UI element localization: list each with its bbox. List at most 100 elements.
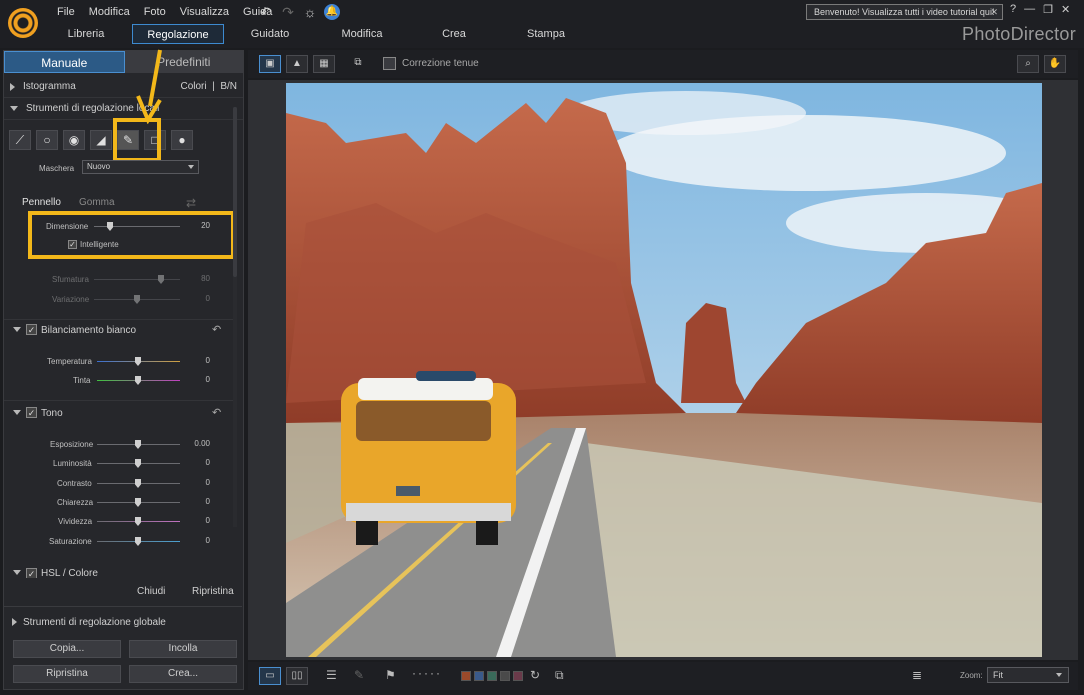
tab-crea[interactable]: Crea — [408, 24, 500, 44]
magnifier-icon[interactable]: ⌕ — [1017, 55, 1039, 73]
slider-value: 0 — [205, 375, 210, 384]
reset-icon[interactable]: ↶ — [212, 323, 221, 336]
restore-button[interactable]: Ripristina — [13, 665, 121, 683]
bottom-toolbar — [248, 662, 1078, 690]
global-tools-label[interactable]: Strumenti di regolazione globale — [23, 617, 166, 628]
local-tools-section[interactable]: Strumenti di regolazione locali — [4, 98, 243, 120]
slider-label: Vividezza — [58, 517, 93, 526]
collapse-icon — [10, 106, 18, 111]
label-blue[interactable] — [474, 671, 484, 681]
list-menu-icon[interactable]: ≣ — [912, 668, 922, 682]
tab-guidato[interactable]: Guidato — [224, 24, 316, 44]
menu-bar: File Modifica Foto Visualizza Guida — [50, 5, 279, 19]
settings-icon[interactable]: ☼ — [302, 4, 318, 20]
tone-checkbox[interactable]: ✓ — [26, 407, 37, 418]
redo-icon[interactable]: ↷ — [280, 4, 296, 20]
window-close-icon[interactable]: ✕ — [1061, 3, 1070, 16]
flag-icon[interactable]: ⚑ — [385, 668, 396, 682]
menu-file[interactable]: File — [50, 5, 82, 19]
collapse-icon[interactable] — [13, 570, 21, 575]
create-button[interactable]: Crea... — [129, 665, 237, 683]
tab-regolazione[interactable]: Regolazione — [132, 24, 224, 44]
view-photo-icon[interactable]: ▲ — [286, 55, 308, 73]
intelligente-label: Intelligente — [80, 240, 119, 249]
label-red[interactable] — [461, 671, 471, 681]
intelligente-checkbox[interactable]: ✓ — [68, 240, 77, 249]
reset-button[interactable]: Ripristina — [192, 586, 234, 597]
gradient-icon[interactable]: ◢ — [90, 130, 112, 150]
maximize-icon[interactable]: ❐ — [1043, 3, 1053, 16]
expand-icon[interactable] — [12, 618, 17, 626]
tab-modifica[interactable]: Modifica — [316, 24, 408, 44]
close-icon[interactable]: ✕ — [990, 5, 998, 19]
histogram-colors[interactable]: Colori — [180, 81, 206, 92]
paste-button[interactable]: Incolla — [129, 640, 237, 658]
view-single-icon[interactable]: ▣ — [259, 55, 281, 73]
tab-stampa[interactable]: Stampa — [500, 24, 592, 44]
mode-tabs: Libreria Regolazione Guidato Modifica Cr… — [40, 24, 592, 44]
brush-mode[interactable]: Pennello — [22, 197, 61, 208]
histogram-label: Istogramma — [23, 81, 76, 92]
menu-visualizza[interactable]: Visualizza — [173, 5, 236, 19]
split-view-icon[interactable]: ▯▯ — [286, 667, 308, 685]
copy-button[interactable]: Copia... — [13, 640, 121, 658]
single-view-icon[interactable]: ▭ — [259, 667, 281, 685]
welcome-banner[interactable]: Benvenuto! Visualizza tutti i video tuto… — [806, 4, 1003, 20]
notification-icon[interactable]: 🔔 — [324, 4, 340, 20]
collapse-icon[interactable] — [13, 327, 21, 332]
rating-dots[interactable]: ····· — [412, 666, 442, 680]
label-purple[interactable] — [513, 671, 523, 681]
mask-select[interactable]: Nuovo — [82, 160, 199, 174]
tone-title: Tono — [41, 408, 63, 419]
compare-icon[interactable]: ⧉ — [347, 55, 369, 73]
histogram-section[interactable]: Istogramma Colori | B/N — [4, 76, 243, 98]
chevron-down-icon — [1056, 673, 1062, 677]
label-green[interactable] — [487, 671, 497, 681]
feather-slider[interactable] — [94, 279, 180, 280]
undo-icon[interactable]: ↶ — [258, 4, 274, 20]
collapse-icon[interactable] — [13, 410, 21, 415]
eraser-mode[interactable]: Gomma — [79, 197, 115, 208]
slider-label: Contrasto — [57, 479, 92, 488]
menu-modifica[interactable]: Modifica — [82, 5, 137, 19]
rotate-icon[interactable]: ↻ — [530, 668, 540, 682]
view-grid-icon[interactable]: ▦ — [313, 55, 335, 73]
brush-highlight — [113, 118, 161, 162]
wb-title: Bilanciamento bianco — [41, 325, 137, 336]
correzione-checkbox[interactable] — [383, 57, 396, 70]
mask-value: Nuovo — [87, 162, 111, 171]
spot-removal-icon[interactable]: ○ — [36, 130, 58, 150]
label-gray[interactable] — [500, 671, 510, 681]
history-icon[interactable]: ☰ — [326, 668, 337, 682]
swap-icon[interactable]: ⇄ — [186, 196, 196, 210]
help-icon[interactable]: ? — [1010, 3, 1016, 16]
reset-icon[interactable]: ↶ — [212, 406, 221, 419]
radial-filter-icon[interactable]: ● — [171, 130, 193, 150]
chevron-down-icon — [188, 165, 194, 169]
zoom-select[interactable]: Fit — [987, 667, 1069, 683]
scrollbar[interactable] — [233, 107, 237, 277]
tab-manuale[interactable]: Manuale — [4, 51, 125, 73]
crop-view-icon[interactable]: ⧉ — [555, 668, 564, 683]
hand-icon[interactable]: ✋ — [1044, 55, 1066, 73]
histogram-bw[interactable]: B/N — [220, 81, 237, 92]
pen-icon[interactable]: ✎ — [354, 668, 364, 682]
zoom-value: Fit — [993, 670, 1003, 680]
dimension-highlight — [28, 211, 235, 259]
tab-libreria[interactable]: Libreria — [40, 24, 132, 44]
photo[interactable] — [286, 83, 1042, 657]
close-button[interactable]: Chiudi — [137, 586, 165, 597]
size-slider[interactable] — [94, 226, 180, 227]
red-eye-icon[interactable]: ◉ — [63, 130, 85, 150]
minimize-icon[interactable]: — — [1024, 3, 1035, 16]
wb-checkbox[interactable]: ✓ — [26, 324, 37, 335]
slider-value: 0 — [205, 536, 210, 545]
slider-label: Luminosità — [53, 459, 92, 468]
menu-foto[interactable]: Foto — [137, 5, 173, 19]
slider-value: 80 — [201, 274, 210, 283]
slider-value: 0 — [205, 478, 210, 487]
welcome-text: Benvenuto! Visualizza tutti i video tuto… — [814, 7, 995, 17]
slider-value: 0.00 — [194, 439, 210, 448]
crop-tool-icon[interactable]: ⟋ — [9, 130, 31, 150]
slider-value: 0 — [205, 294, 210, 303]
